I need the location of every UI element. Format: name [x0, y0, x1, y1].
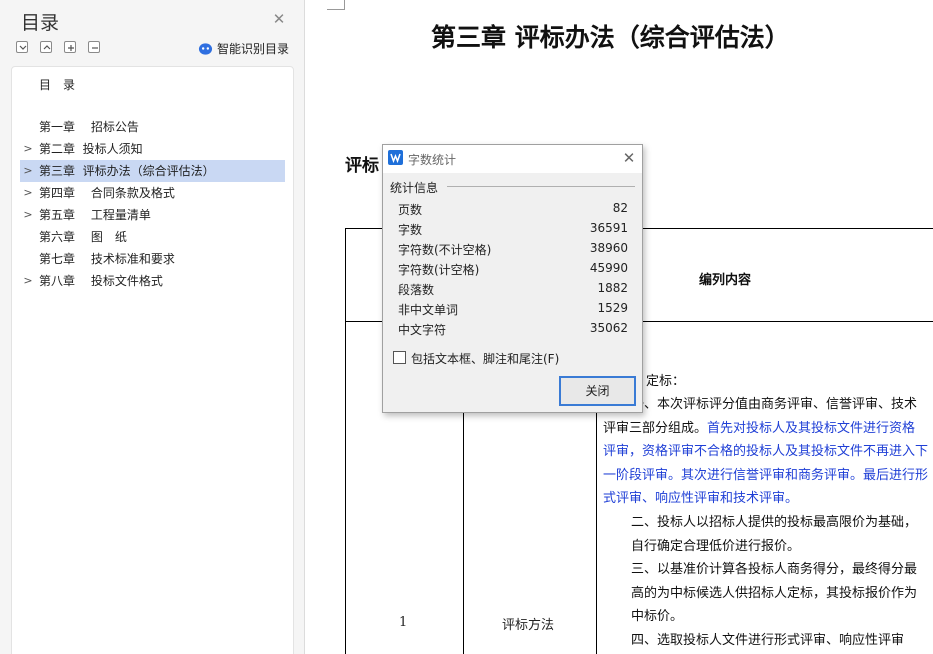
toc-item-chapter-1[interactable]: 第一章 招标公告 — [20, 116, 285, 138]
smart-toc-icon — [198, 42, 213, 55]
toc-item-label: 第八章 投标文件格式 — [39, 274, 163, 288]
toc-item-chapter-8[interactable]: > 第八章 投标文件格式 — [20, 270, 285, 292]
dialog-title: 字数统计 — [408, 153, 457, 167]
table-border-left — [345, 228, 346, 654]
stat-value: 38960 — [589, 241, 628, 255]
table-cell-number: 1 — [399, 615, 408, 630]
toc-item-chapter-3[interactable]: > 第三章 评标办法（综合评估法） — [20, 160, 285, 182]
toc-item-chapter-7[interactable]: 第七章 技术标准和要求 — [20, 248, 285, 270]
toc-item-label: 第四章 合同条款及格式 — [39, 186, 175, 200]
toc-item-chapter-2[interactable]: > 第二章 投标人须知 — [20, 138, 285, 160]
chevron-right-icon[interactable]: > — [23, 270, 33, 292]
dialog-titlebar[interactable]: 字数统计 ✕ — [383, 145, 642, 173]
page-corner-mark — [327, 0, 345, 10]
stat-row: 页数 82 — [398, 199, 628, 219]
toc-item-label: 第七章 技术标准和要求 — [39, 252, 175, 266]
smart-toc-button[interactable]: 智能识别目录 — [198, 39, 289, 57]
chevron-right-icon[interactable]: > — [23, 182, 33, 204]
chevron-right-icon[interactable]: > — [23, 160, 33, 182]
table-paragraph: 定标： — [646, 374, 686, 389]
stat-row: 字符数(计空格) 45990 — [398, 259, 628, 279]
app-logo-icon — [388, 150, 403, 165]
divider — [447, 186, 635, 187]
stat-label: 页数 — [398, 203, 423, 217]
chapter-title: 第三章 评标办法（综合评估法） — [431, 23, 790, 52]
stat-label: 中文字符 — [398, 323, 447, 337]
table-cell-method: 评标方法 — [502, 618, 555, 633]
stat-label: 字数 — [398, 223, 423, 237]
stat-row: 字符数(不计空格) 38960 — [398, 239, 628, 259]
table-paragraph: 四、选取投标人文件进行形式评审、响应性评审 — [631, 633, 905, 648]
close-icon[interactable]: ✕ — [270, 10, 288, 28]
stat-row: 段落数 1882 — [398, 279, 628, 299]
toc-item-label: 第一章 招标公告 — [39, 120, 139, 134]
table-paragraph: 一、本次评标评分值由商务评审、信誉评审、技术评审三部分组成。首先对投标人及其投标… — [603, 393, 928, 511]
smart-toc-label: 智能识别目录 — [217, 41, 290, 56]
toc-heading[interactable]: 目 录 — [39, 76, 75, 93]
toc-item-label: 第三章 评标办法（综合评估法） — [39, 164, 215, 178]
word-count-dialog[interactable]: 字数统计 ✕ 统计信息 页数 82 字数 36591 字符数(不计空格) 389… — [382, 144, 643, 413]
toc-item-label: 第五章 工程量清单 — [39, 208, 151, 222]
toc-item-label: 第二章 投标人须知 — [39, 142, 143, 156]
toc-panel-title: 目录 — [21, 12, 60, 34]
toc-item-chapter-6[interactable]: 第六章 图 纸 — [20, 226, 285, 248]
chevron-right-icon[interactable]: > — [23, 204, 33, 226]
stat-value: 36591 — [589, 221, 628, 235]
table-paragraph: 二、投标人以招标人提供的投标最高限价为基础，自行确定合理低价进行报价。 — [631, 515, 918, 554]
stat-value: 1529 — [597, 301, 628, 315]
remove-icon[interactable] — [88, 41, 100, 53]
stat-label: 字符数(计空格) — [398, 263, 480, 277]
stat-label: 段落数 — [398, 283, 435, 297]
toc-item-label: 第六章 图 纸 — [39, 230, 127, 244]
chevron-up-icon[interactable] — [40, 41, 52, 53]
include-textbox-checkbox[interactable] — [393, 351, 406, 364]
include-textbox-label[interactable]: 包括文本框、脚注和尾注(F) — [411, 350, 559, 367]
add-icon[interactable] — [64, 41, 76, 53]
stat-value: 45990 — [589, 261, 628, 275]
stat-value: 1882 — [597, 281, 628, 295]
collapse-all-icon[interactable] — [16, 41, 28, 53]
stat-value: 82 — [612, 201, 628, 215]
stat-label: 非中文单词 — [398, 303, 459, 317]
close-icon[interactable]: ✕ — [621, 150, 637, 166]
toc-panel: 目录 ✕ 智能识别目录 目 录 第一章 招标公告 > 第二章 投标人须知 > 第… — [0, 0, 305, 654]
section-label: 统计信息 — [390, 179, 442, 196]
stat-value: 35062 — [589, 321, 628, 335]
chevron-right-icon[interactable]: > — [23, 138, 33, 160]
toc-item-chapter-5[interactable]: > 第五章 工程量清单 — [20, 204, 285, 226]
close-button[interactable]: 关闭 — [559, 376, 636, 406]
table-col-header: 编列内容 — [699, 273, 752, 288]
table-paragraph: 三、以基准价计算各投标人商务得分，最终得分最高的为中标候选人供招标人定标，其投标… — [631, 562, 918, 624]
toc-item-chapter-4[interactable]: > 第四章 合同条款及格式 — [20, 182, 285, 204]
stat-row: 非中文单词 1529 — [398, 299, 628, 319]
stat-row: 中文字符 35062 — [398, 319, 628, 339]
stat-row: 字数 36591 — [398, 219, 628, 239]
stat-label: 字符数(不计空格) — [398, 243, 492, 257]
section-heading: 评标 — [345, 156, 379, 176]
